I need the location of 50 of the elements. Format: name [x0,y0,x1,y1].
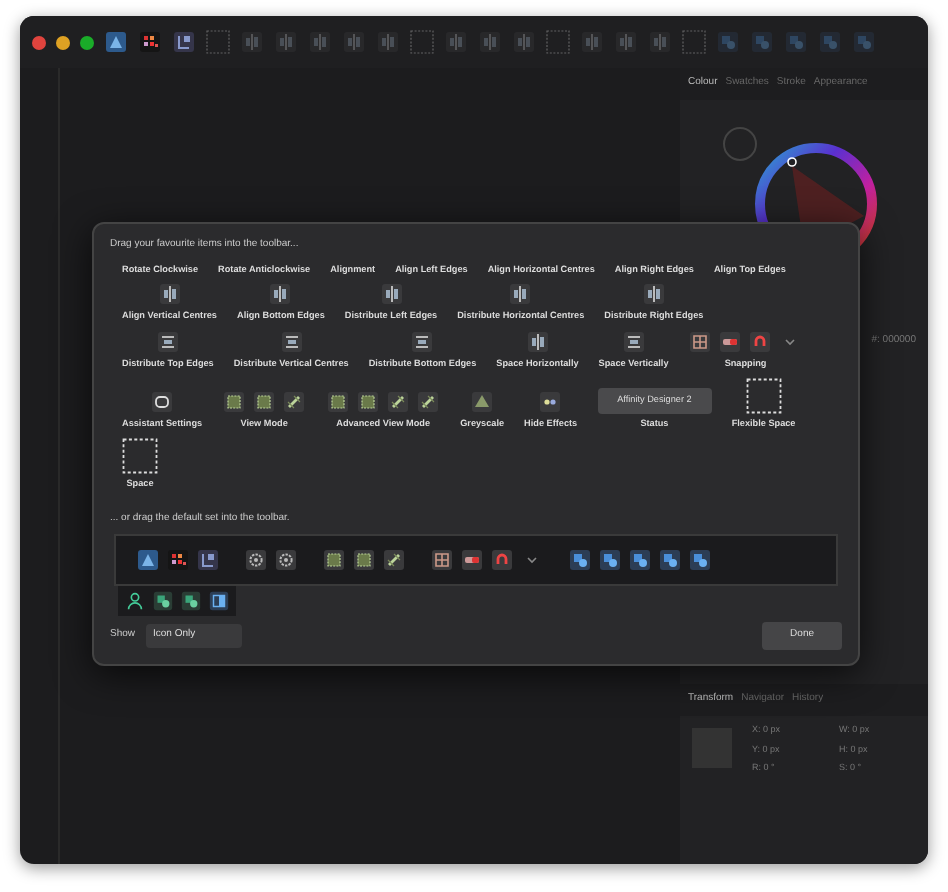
magnet-icon[interactable] [748,330,773,355]
shapes-icon[interactable] [180,590,202,613]
chain-icon[interactable] [382,548,406,573]
greyscale-icon[interactable] [470,390,495,415]
toggle-icon[interactable] [460,548,484,573]
dashed-square-icon[interactable] [745,378,782,415]
magnet-icon[interactable] [490,548,514,573]
align-icon[interactable] [157,282,182,307]
assistant-icon[interactable] [150,390,175,415]
shapes-icon[interactable] [688,548,712,573]
chain-icon[interactable] [282,390,307,415]
grid-icon[interactable] [688,330,713,355]
shapes-icon[interactable] [152,590,174,613]
panel-icon[interactable] [208,590,230,613]
chain-icon[interactable] [416,390,441,415]
distribute-icon[interactable] [410,330,435,355]
grid-dots-icon[interactable] [166,548,190,573]
grid-icon[interactable] [430,548,454,573]
frame-icon[interactable] [352,548,376,573]
align-icon[interactable] [525,330,550,355]
toggle-icon[interactable] [718,330,743,355]
align-icon[interactable] [268,282,293,307]
extra-toolbar-set[interactable] [118,586,236,617]
frame-icon[interactable] [326,390,351,415]
align-icon[interactable] [641,282,666,307]
triangle-logo-icon[interactable] [136,548,160,573]
default-toolbar-set[interactable] [114,534,838,587]
export-icon[interactable] [196,548,220,573]
chain-icon[interactable] [386,390,411,415]
frame-icon[interactable] [322,548,346,573]
frame-icon[interactable] [252,390,277,415]
shapes-icon[interactable] [568,548,592,573]
dashed-square-icon[interactable] [122,438,158,475]
shapes-icon[interactable] [628,548,652,573]
distribute-icon[interactable] [621,330,646,355]
align-icon[interactable] [508,282,533,307]
frame-icon[interactable] [356,390,381,415]
effects-icon[interactable] [538,390,563,415]
align-icon[interactable] [379,282,403,307]
export-icon[interactable] [172,30,196,54]
distribute-icon[interactable] [279,330,304,355]
grid-dots-icon[interactable] [138,30,162,54]
gear-icon[interactable] [274,548,298,573]
shapes-icon[interactable] [658,548,682,573]
gear-icon[interactable] [244,548,268,573]
distribute-icon[interactable] [155,330,180,355]
triangle-logo-icon[interactable] [104,30,128,54]
shapes-icon[interactable] [598,548,622,573]
person-icon[interactable] [124,590,146,613]
frame-icon[interactable] [222,390,247,415]
